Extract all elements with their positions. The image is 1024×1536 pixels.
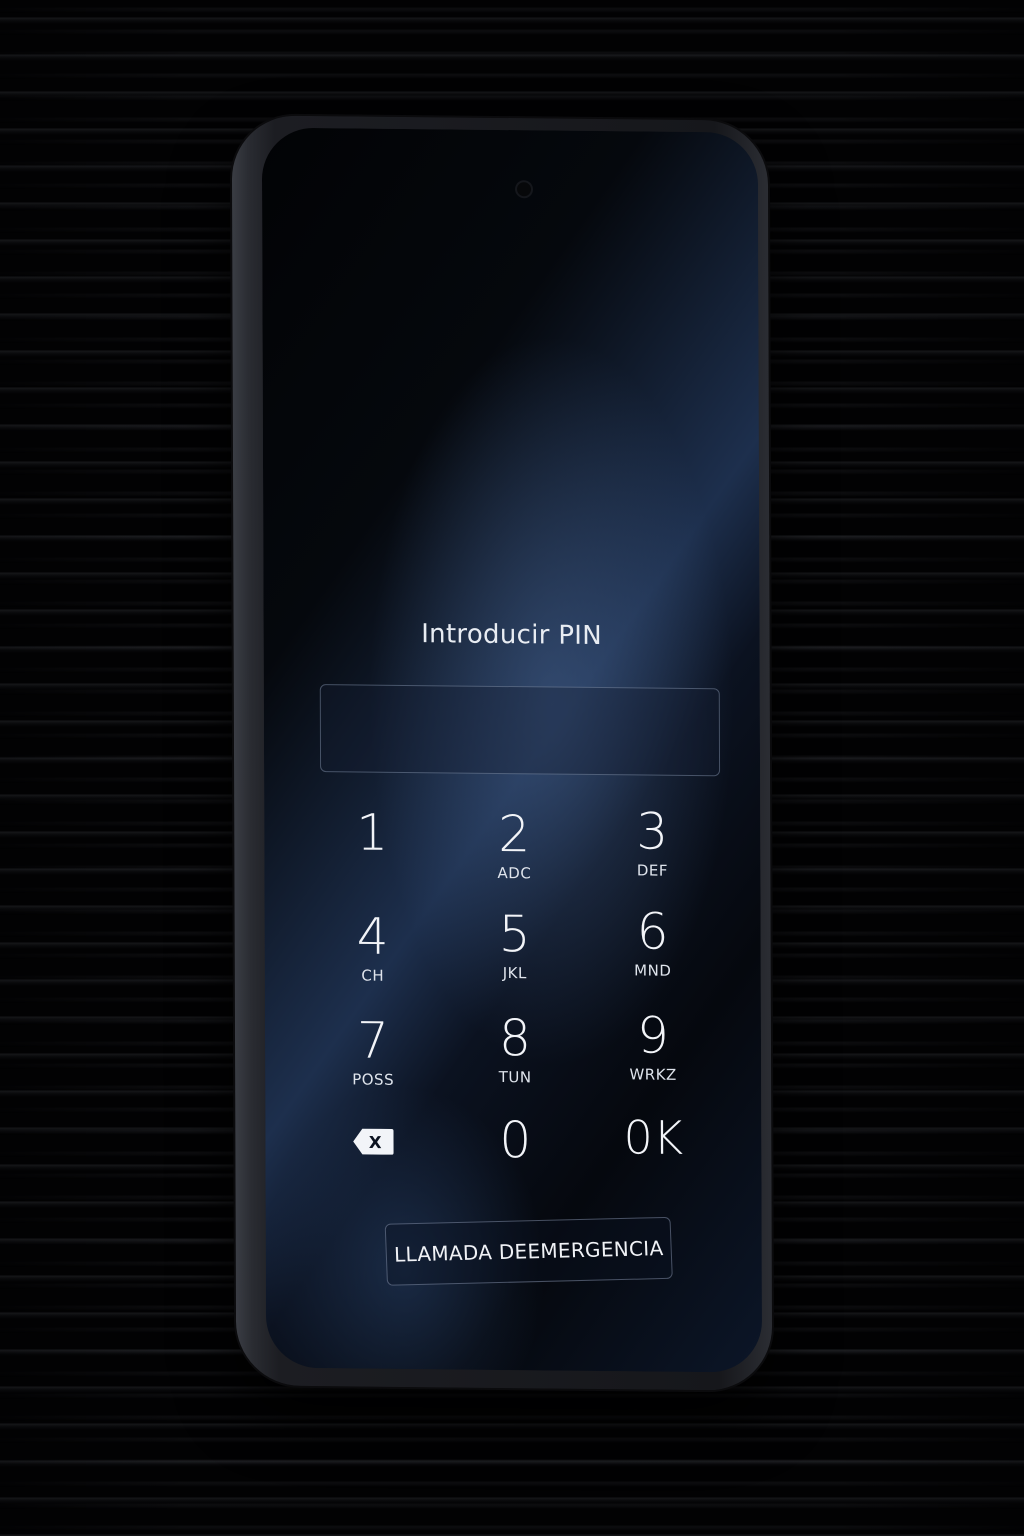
key-digit: 4	[356, 907, 389, 966]
key-letters: DEF	[636, 861, 669, 880]
key-letters: JKL	[502, 964, 527, 983]
key-letters: POSS	[352, 1070, 395, 1089]
key-digit: 5	[498, 904, 531, 964]
key-9[interactable]: 9 WRKZ	[593, 1006, 713, 1104]
front-camera	[517, 182, 532, 197]
key-letters: TUN	[498, 1067, 532, 1087]
ok-button[interactable]: 0K	[593, 1109, 713, 1206]
pin-keypad: 1 2 ADC 3 DEF 4 CH 5 JKL 6 MND 7 POSS 8 …	[312, 802, 726, 1169]
pin-input[interactable]	[319, 684, 721, 777]
key-digit: 3	[636, 802, 669, 861]
key-digit: 9	[636, 1006, 669, 1065]
key-digit: 2	[498, 804, 531, 864]
backspace-glyph: X	[369, 1133, 382, 1152]
key-1[interactable]: 1	[312, 803, 432, 901]
key-6[interactable]: 6 MND	[593, 902, 713, 1000]
key-8[interactable]: 8 TUN	[455, 1008, 575, 1107]
emergency-call-button[interactable]: LLAMADA DEEMERGENCIA	[384, 1216, 673, 1286]
key-7[interactable]: 7 POSS	[313, 1011, 433, 1109]
key-digit: 8	[498, 1008, 532, 1068]
lock-screen: Introducir PIN 1 2 ADC 3 DEF 4 CH 5 JKL …	[261, 127, 763, 1373]
backspace-icon: X	[351, 1126, 395, 1156]
key-letters: ADC	[497, 863, 532, 883]
key-digit: 0	[499, 1110, 532, 1170]
key-0[interactable]: 0	[455, 1110, 575, 1209]
key-4[interactable]: 4 CH	[313, 907, 433, 1005]
ok-label: 0K	[623, 1110, 684, 1165]
key-3[interactable]: 3 DEF	[592, 802, 712, 900]
key-letters: WRKZ	[629, 1065, 677, 1084]
key-digit: 1	[356, 803, 389, 862]
key-2[interactable]: 2 ADC	[454, 805, 574, 902]
pin-prompt-title: Introducir PIN	[421, 619, 603, 652]
backspace-button[interactable]: X	[313, 1116, 433, 1213]
background: Introducir PIN 1 2 ADC 3 DEF 4 CH 5 JKL …	[0, 0, 1024, 1536]
key-digit: 6	[636, 902, 669, 961]
key-digit: 7	[357, 1011, 390, 1070]
key-5[interactable]: 5 JKL	[455, 904, 575, 1003]
key-letters: MND	[634, 961, 672, 980]
phone-frame: Introducir PIN 1 2 ADC 3 DEF 4 CH 5 JKL …	[231, 115, 773, 1391]
key-letters: CH	[361, 966, 385, 985]
